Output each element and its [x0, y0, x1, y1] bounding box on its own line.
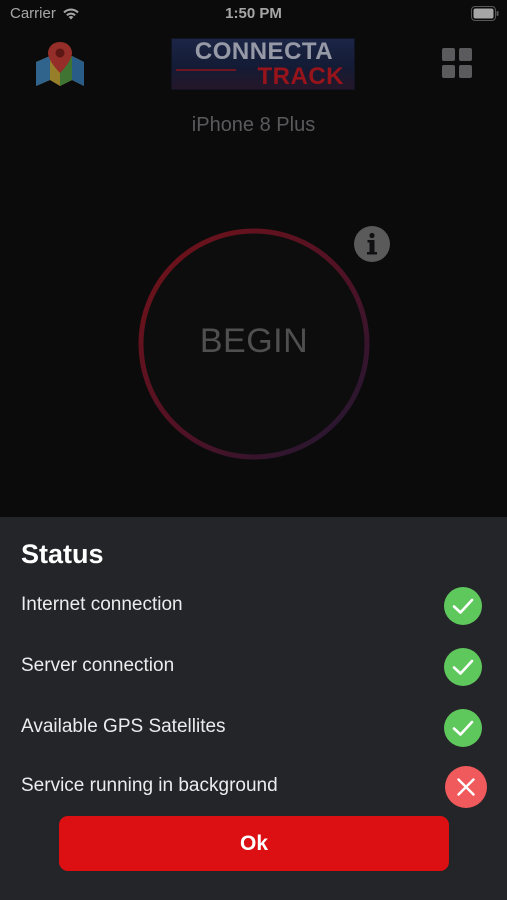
clock: 1:50 PM [225, 5, 282, 22]
status-row-internet: Internet connection [0, 580, 507, 630]
grid-icon[interactable] [441, 47, 473, 79]
logo-text-connecta: CONNECTA [194, 38, 334, 65]
map-pin-icon[interactable] [34, 40, 86, 88]
logo-text-track: TRACK [257, 63, 344, 90]
status-row-gps: Available GPS Satellites [0, 702, 507, 752]
status-bar: Carrier 1:50 PM [0, 0, 507, 28]
device-name: iPhone 8 Plus [191, 114, 316, 136]
begin-label: BEGIN [199, 322, 309, 360]
ok-button[interactable]: Ok [59, 816, 449, 871]
info-icon[interactable] [354, 226, 390, 262]
connecta-track-logo: CONNECTA TRACK [171, 38, 355, 90]
status-label: Internet connection [21, 594, 183, 615]
check-icon [444, 648, 482, 686]
status-label: Server connection [21, 655, 175, 676]
check-icon [444, 709, 482, 747]
status-label: Service running in background [21, 775, 278, 796]
logo-accent-line [176, 69, 236, 71]
check-icon [444, 587, 482, 625]
sheet-title: Status [21, 539, 104, 569]
status-label: Available GPS Satellites [21, 716, 226, 737]
status-sheet: Status Internet connection Server connec… [0, 517, 507, 900]
status-row-background-service: Service running in background [0, 761, 507, 811]
x-icon [445, 766, 487, 808]
battery-icon [471, 6, 499, 21]
status-row-server: Server connection [0, 641, 507, 691]
